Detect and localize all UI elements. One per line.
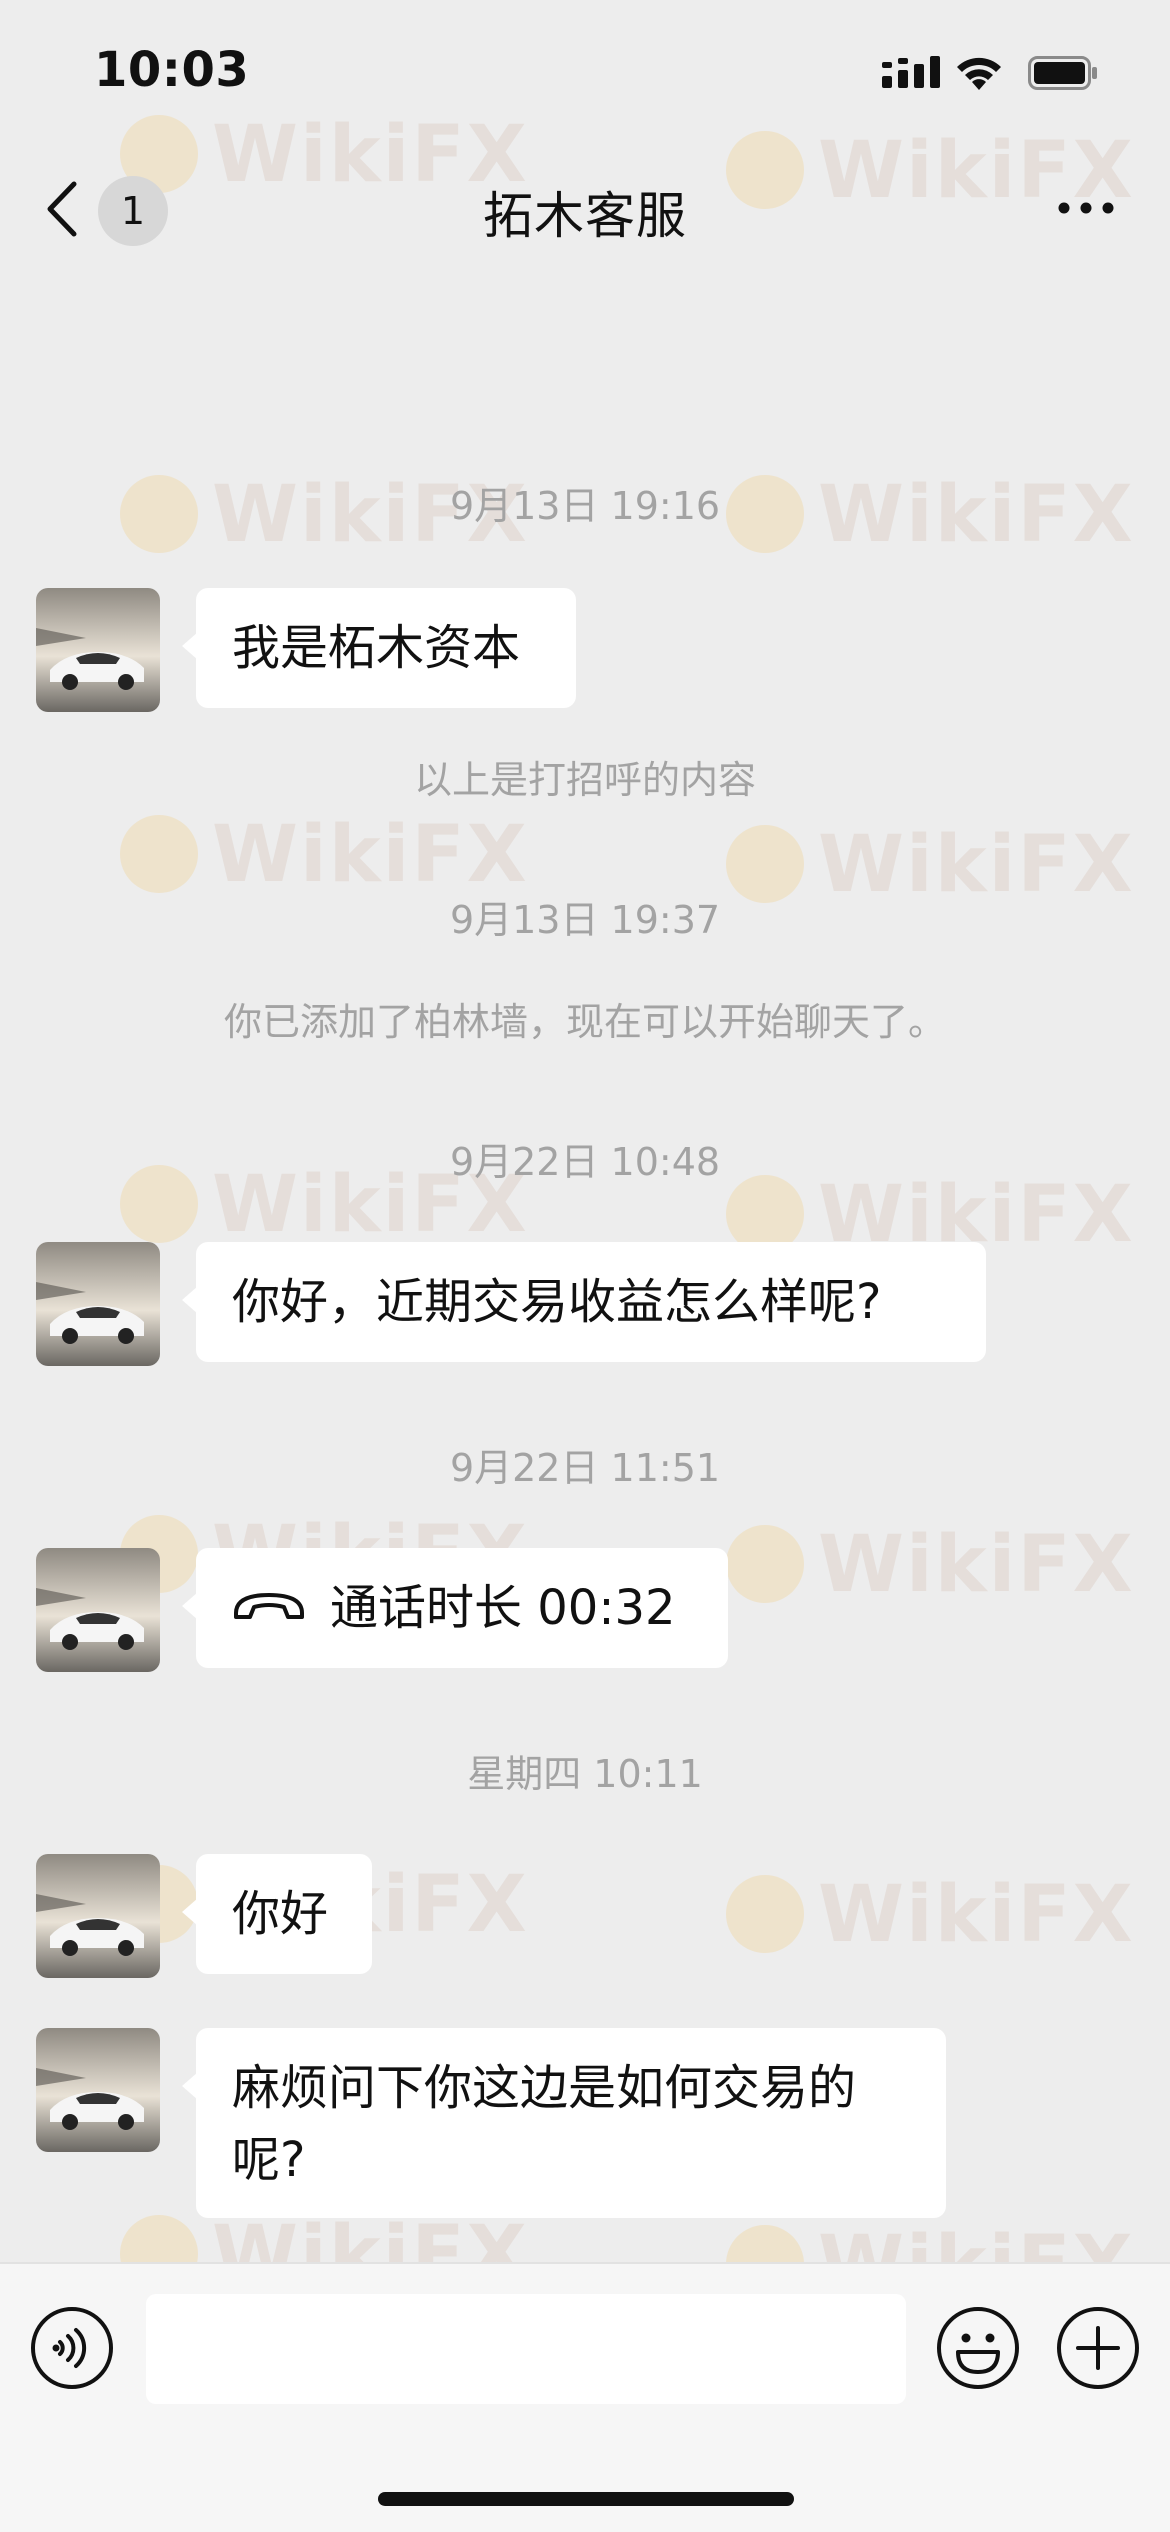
status-time: 10:03 [94,42,250,98]
message-timestamp: 星期四 10:11 [467,1752,703,1796]
input-bar [0,2262,1170,2532]
plus-icon[interactable] [1056,2306,1140,2390]
status-icons [882,52,1112,92]
wikifx-logo-icon [726,1174,804,1253]
status-bar: 10:03 [0,0,1170,150]
message-input[interactable] [146,2294,906,2404]
battery-icon [1028,56,1097,90]
watermark: WikiFX [120,810,529,900]
avatar[interactable] [36,2028,160,2152]
nav-bar: 1 拓木客服 [0,150,1170,270]
avatar[interactable] [36,1854,160,1978]
car-photo-avatar-icon [36,2028,160,2152]
message-timestamp: 9月22日 11:51 [449,1446,721,1490]
avatar[interactable] [36,1548,160,1672]
watermark: WikiFX [726,1520,1135,1610]
car-photo-avatar-icon [36,1548,160,1672]
watermark: WikiFX [726,1870,1135,1960]
phone-hangup-icon [234,1593,304,1619]
message-bubble[interactable]: 麻烦问下你这边是如何交易的 呢? [182,2028,946,2218]
home-indicator[interactable] [378,2492,794,2506]
chat-title: 拓木客服 [483,187,687,245]
system-message: 以上是打招呼的内容 [413,758,756,802]
call-record-bubble[interactable]: 通话时长 00:32 [182,1548,728,1668]
avatar[interactable] [36,1242,160,1366]
message-bubble[interactable]: 我是柘木资本 [182,588,576,708]
system-message: 你已添加了柏林墙，现在可以开始聊天了。 [223,1000,946,1044]
avatar[interactable] [36,588,160,712]
voice-icon[interactable] [30,2306,114,2390]
emoji-icon[interactable] [936,2306,1020,2390]
message-bubble[interactable]: 你好，近期交易收益怎么样呢? [182,1242,986,1362]
wifi-icon [957,57,1001,90]
car-photo-avatar-icon [36,1242,160,1366]
message-timestamp: 9月13日 19:37 [449,898,721,942]
message-bubble[interactable]: 你好 [182,1854,372,1974]
wikifx-logo-icon [726,1524,804,1603]
cellular-signal-icon [882,56,940,88]
wikifx-logo-icon [726,1874,804,1953]
message-timestamp: 9月22日 10:48 [449,1140,721,1184]
car-photo-avatar-icon [36,1854,160,1978]
car-photo-avatar-icon [36,588,160,712]
wikifx-logo-icon [120,814,198,893]
more-options-icon[interactable] [1056,188,1116,228]
message-timestamp: 9月13日 19:16 [449,484,721,528]
wikifx-logo-icon [726,824,804,903]
